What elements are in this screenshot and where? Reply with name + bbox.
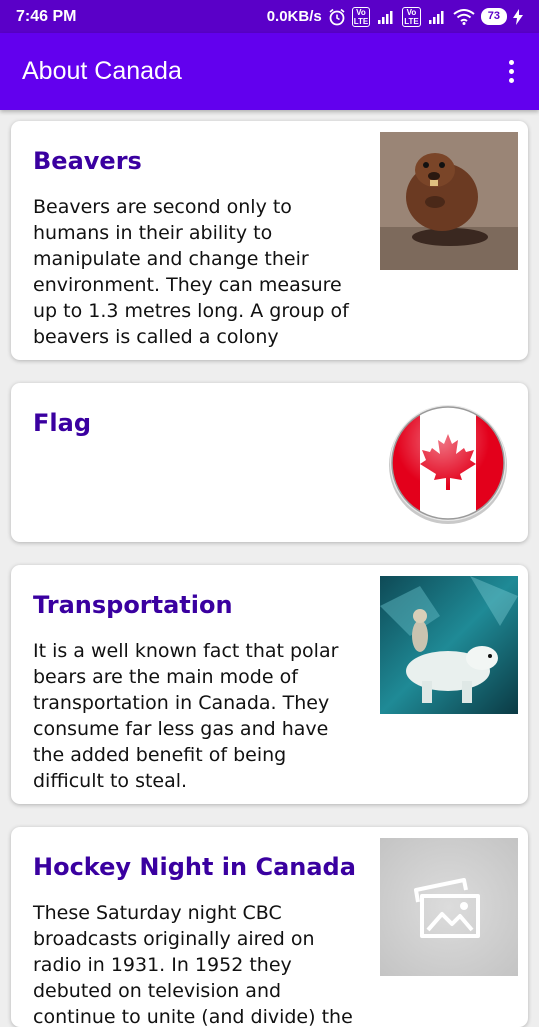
- card-description: Beavers are second only to humans in the…: [33, 196, 349, 348]
- status-indicators: 0.0KB/s Vo LTE Vo LTE 73: [266, 6, 523, 27]
- signal-icon: [376, 10, 396, 24]
- app-title: About Canada: [22, 57, 182, 85]
- card-hockey-night[interactable]: Hockey Night in Canada These Saturday ni…: [11, 827, 528, 1027]
- signal-icon: [427, 10, 447, 24]
- beaver-photo: [380, 132, 518, 270]
- alarm-icon: [328, 8, 346, 26]
- card-title: Beavers: [33, 147, 142, 175]
- status-time: 7:46 PM: [16, 7, 77, 25]
- polar-bear-photo: [380, 576, 518, 714]
- card-title: Flag: [33, 409, 91, 437]
- network-speed: 0.0KB/s: [266, 8, 322, 25]
- card-transportation[interactable]: Transportation It is a well known fact t…: [11, 565, 528, 804]
- battery-icon: 73: [480, 8, 507, 25]
- charging-icon: [513, 8, 523, 25]
- volte-icon: Vo LTE: [402, 6, 421, 27]
- wifi-icon: [453, 8, 475, 25]
- status-bar: 7:46 PM 0.0KB/s Vo LTE Vo LTE 73: [0, 0, 539, 33]
- card-description: These Saturday night CBC broadcasts orig…: [33, 902, 353, 1027]
- card-flag[interactable]: Flag: [11, 383, 528, 542]
- image-placeholder-icon: [380, 838, 518, 976]
- app-bar: About Canada: [0, 33, 539, 110]
- card-description: It is a well known fact that polar bears…: [33, 640, 339, 792]
- card-beavers[interactable]: Beavers Beavers are second only to human…: [11, 121, 528, 360]
- card-title: Transportation: [33, 591, 233, 619]
- canada-flag-badge: [380, 394, 518, 532]
- more-vert-icon[interactable]: [499, 57, 523, 87]
- volte-icon: Vo LTE: [351, 6, 371, 27]
- card-title: Hockey Night in Canada: [33, 853, 356, 881]
